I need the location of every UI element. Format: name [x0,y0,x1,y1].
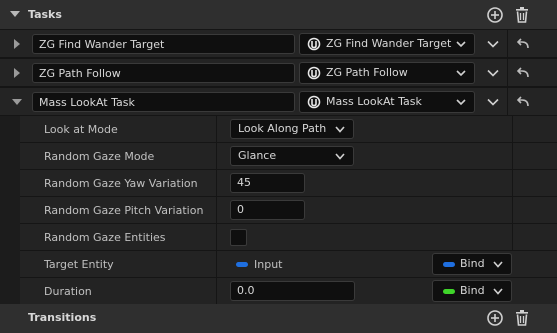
chevron-down-icon [456,70,466,77]
task-name-field[interactable]: ZG Find Wander Target [32,34,295,54]
yaw-variation-field[interactable]: 45 [230,173,305,193]
delete-all-icon[interactable] [513,6,531,24]
chevron-down-icon[interactable] [487,69,499,77]
divider [216,251,217,278]
transitions-title: Transitions [28,311,97,324]
random-gaze-mode-dropdown[interactable]: Glance [230,146,354,166]
divider [507,88,508,116]
bind-label: Bind [460,284,485,297]
task-row[interactable]: ZG Path Follow ZG Path Follow [0,59,557,87]
divider [216,143,217,170]
expand-arrow-icon[interactable] [14,68,20,78]
property-row-pitch-variation: Random Gaze Pitch Variation 0 [20,197,557,224]
divider [216,278,217,305]
property-row-yaw-variation: Random Gaze Yaw Variation 45 [20,170,557,197]
chevron-down-icon [493,261,503,268]
task-name-field[interactable]: Mass LookAt Task [32,92,295,112]
divider [512,143,513,170]
task-type-label: ZG Find Wander Target [326,37,452,50]
property-label: Random Gaze Entities [44,231,166,244]
chevron-down-icon [456,99,466,106]
task-type-label: Mass LookAt Task [326,95,422,108]
divider [216,170,217,197]
property-label: Random Gaze Pitch Variation [44,204,204,217]
dropdown-value: Glance [238,149,277,162]
property-row-duration: Duration 0.0 Bind [20,278,557,305]
target-entity-bind-button[interactable]: Bind [432,253,512,275]
input-pin-icon [236,262,248,267]
divider [507,59,508,87]
bind-pin-icon [443,262,455,267]
pitch-variation-field[interactable]: 0 [230,200,305,220]
task-type-combo[interactable]: Mass LookAt Task [299,91,475,113]
task-name-field[interactable]: ZG Path Follow [32,63,295,83]
divider [216,224,217,251]
look-at-mode-dropdown[interactable]: Look Along Path [230,119,354,139]
property-row-target-entity: Target Entity Input Bind [20,251,557,278]
task-type-label: ZG Path Follow [326,66,408,79]
duration-field[interactable]: 0.0 [230,281,355,301]
expand-arrow-icon[interactable] [14,39,20,49]
unreal-logo-icon [307,95,321,109]
divider [216,116,217,143]
chevron-down-icon [456,41,466,48]
duration-bind-button[interactable]: Bind [432,280,512,302]
property-label: Duration [44,285,92,298]
chevron-down-icon [335,126,345,133]
transitions-section-header[interactable]: Transitions [0,304,557,333]
tasks-section-header[interactable]: Tasks [0,0,557,30]
unreal-logo-icon [307,37,321,51]
divider [512,116,513,143]
chevron-down-icon [335,153,345,160]
chevron-down-icon [493,288,503,295]
add-task-icon[interactable] [486,6,504,24]
chevron-down-icon[interactable] [487,40,499,48]
delete-all-icon[interactable] [513,309,531,327]
divider [512,197,513,224]
input-label: Input [254,258,283,271]
reset-arrow-icon[interactable] [516,38,530,50]
property-label: Look at Mode [44,123,118,136]
unreal-logo-icon [307,66,321,80]
collapse-arrow-icon[interactable] [10,11,20,17]
property-label: Random Gaze Mode [44,150,155,163]
bind-label: Bind [460,257,485,270]
divider [507,30,508,58]
collapse-arrow-icon[interactable] [12,99,22,105]
task-type-combo[interactable]: ZG Find Wander Target [299,33,475,55]
gaze-entities-checkbox[interactable] [230,229,247,246]
reset-arrow-icon[interactable] [516,96,530,108]
task-row[interactable]: ZG Find Wander Target ZG Find Wander Tar… [0,30,557,58]
property-label: Target Entity [44,258,114,271]
tasks-title: Tasks [28,8,62,21]
task-type-combo[interactable]: ZG Path Follow [299,62,475,84]
task-row[interactable]: Mass LookAt Task Mass LookAt Task [0,88,557,116]
reset-arrow-icon[interactable] [516,67,530,79]
property-label: Random Gaze Yaw Variation [44,177,198,190]
add-transition-icon[interactable] [486,309,504,327]
dropdown-value: Look Along Path [238,122,327,135]
divider [216,197,217,224]
bind-pin-icon [443,289,455,294]
task-properties-panel: Look at Mode Look Along Path Random Gaze… [0,116,557,305]
property-row-random-gaze-mode: Random Gaze Mode Glance [20,143,557,170]
chevron-down-icon[interactable] [487,98,499,106]
divider [512,170,513,197]
divider [512,224,513,251]
property-row-gaze-entities: Random Gaze Entities [20,224,557,251]
property-row-look-at-mode: Look at Mode Look Along Path [20,116,557,143]
